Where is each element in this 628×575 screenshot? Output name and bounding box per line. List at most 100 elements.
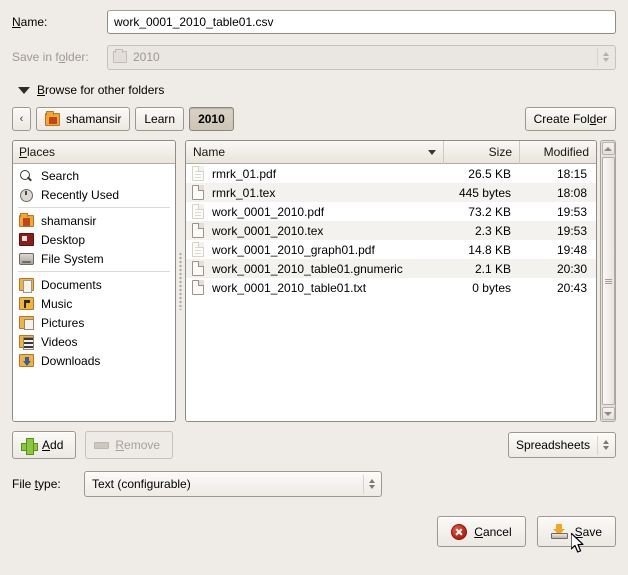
- file-type-label: File type:: [12, 477, 61, 491]
- browse-for-other-folders-expander[interactable]: Browse for other folders: [12, 80, 616, 97]
- file-type-value: Text (configurable): [92, 477, 191, 491]
- clock-icon: [19, 188, 34, 202]
- sidebar-item-desktop[interactable]: Desktop: [13, 230, 175, 249]
- column-header-label: Name: [193, 145, 226, 159]
- places-pane: Places Search Recently Used shamansir De…: [12, 140, 176, 422]
- file-size: 14.8 KB: [468, 242, 511, 257]
- column-header-label: Size: [488, 145, 512, 159]
- triangle-down-icon: [18, 86, 30, 94]
- places-divider: [18, 207, 170, 208]
- arrow-down-icon: [604, 411, 612, 416]
- top-fields: Name: Save in folder: 2010 Browse for ot…: [0, 0, 628, 97]
- chevron-down-icon: [428, 149, 436, 155]
- sidebar-item-videos[interactable]: Videos: [13, 332, 175, 351]
- breadcrumb-label: 2010: [198, 112, 225, 126]
- remove-button: Remove: [85, 431, 174, 459]
- search-icon: [19, 169, 34, 183]
- sidebar-item-recently-used[interactable]: Recently Used: [13, 185, 175, 204]
- sidebar-item-shamansir[interactable]: shamansir: [13, 211, 175, 230]
- column-header-size[interactable]: Size: [444, 141, 520, 164]
- arrow-up-icon: [604, 146, 612, 151]
- pdf-document-icon: [192, 242, 204, 257]
- table-row[interactable]: work_0001_2010_table01.txt 0 bytes 20:43: [186, 278, 596, 297]
- combo-arrows-icon: [597, 47, 613, 67]
- places-header-label: Places: [19, 145, 56, 159]
- pictures-folder-icon: [19, 316, 34, 330]
- save-label: Save: [574, 524, 602, 539]
- file-size: 445 bytes: [458, 185, 511, 200]
- scroll-up-button[interactable]: [601, 142, 615, 155]
- table-row[interactable]: work_0001_2010_graph01.pdf 14.8 KB 19:48: [186, 240, 596, 259]
- scrollbar-thumb[interactable]: [601, 157, 615, 405]
- dialog-actions: Cancel Save: [0, 497, 628, 547]
- save-in-folder-row: Save in folder: 2010: [12, 44, 616, 70]
- create-folder-label: Create Folder: [533, 112, 607, 126]
- places-divider: [18, 271, 170, 272]
- file-name-input[interactable]: [107, 10, 616, 34]
- breadcrumb: ‹ shamansir Learn 2010 Create Folder: [0, 97, 628, 131]
- column-header-label: Modified: [543, 145, 589, 159]
- sidebar-item-search[interactable]: Search: [13, 166, 175, 185]
- file-modified: 18:08: [556, 185, 587, 200]
- places-header: Places: [13, 141, 175, 164]
- text-document-icon: [192, 223, 204, 238]
- file-filter-value: Spreadsheets: [515, 438, 590, 452]
- file-filter-combo[interactable]: Spreadsheets: [507, 432, 616, 458]
- grip-icon: [604, 278, 612, 284]
- file-size: 73.2 KB: [468, 204, 511, 219]
- sidebar-item-pictures[interactable]: Pictures: [13, 313, 175, 332]
- name-row: Name:: [12, 10, 616, 34]
- breadcrumb-item-2010[interactable]: 2010: [189, 107, 234, 131]
- combo-arrows-icon: [363, 474, 379, 494]
- splitter-grip-icon: [179, 252, 182, 310]
- column-header-modified[interactable]: Modified: [520, 141, 596, 164]
- sidebar-item-label: shamansir: [41, 213, 97, 228]
- pane-splitter[interactable]: [176, 140, 185, 422]
- text-document-icon: [192, 185, 204, 200]
- breadcrumb-item-learn[interactable]: Learn: [135, 107, 185, 131]
- sidebar-item-downloads[interactable]: Downloads: [13, 351, 175, 370]
- scroll-down-button[interactable]: [601, 407, 615, 420]
- folder-icon: [113, 49, 127, 63]
- create-folder-button[interactable]: Create Folder: [524, 107, 616, 131]
- save-in-folder-value: 2010: [133, 50, 160, 64]
- sidebar-item-documents[interactable]: Documents: [13, 275, 175, 294]
- sidebar-item-file-system[interactable]: File System: [13, 249, 175, 268]
- desktop-icon: [19, 233, 34, 246]
- file-name: work_0001_2010.tex: [212, 223, 324, 238]
- hard-drive-icon: [19, 253, 34, 265]
- table-row[interactable]: work_0001_2010_table01.gnumeric 2.1 KB 2…: [186, 259, 596, 278]
- file-list-scrollbar[interactable]: [600, 140, 616, 422]
- save-in-folder-label: Save in folder:: [12, 50, 89, 64]
- sidebar-item-label: Recently Used: [41, 187, 120, 202]
- breadcrumb-label: shamansir: [66, 112, 122, 126]
- table-row[interactable]: work_0001_2010.pdf 73.2 KB 19:53: [186, 202, 596, 221]
- table-row[interactable]: rmrk_01.pdf 26.5 KB 18:15: [186, 164, 596, 183]
- sidebar-item-label: Pictures: [41, 315, 85, 330]
- file-modified: 19:48: [556, 242, 587, 257]
- sidebar-item-label: Videos: [41, 334, 78, 349]
- combo-arrows-icon: [597, 435, 613, 455]
- cancel-button[interactable]: Cancel: [437, 516, 526, 547]
- add-label: Add: [42, 438, 64, 452]
- table-row[interactable]: work_0001_2010.tex 2.3 KB 19:53: [186, 221, 596, 240]
- documents-folder-icon: [19, 278, 34, 293]
- file-modified: 18:15: [556, 166, 587, 181]
- table-row[interactable]: rmrk_01.tex 445 bytes 18:08: [186, 183, 596, 202]
- save-in-folder-combo[interactable]: 2010: [107, 44, 616, 70]
- sidebar-item-music[interactable]: Music: [13, 294, 175, 313]
- save-button[interactable]: Save: [536, 516, 616, 547]
- file-type-combo[interactable]: Text (configurable): [84, 471, 382, 497]
- breadcrumb-back-button[interactable]: ‹: [12, 107, 31, 131]
- name-label: Name:: [12, 15, 48, 29]
- add-button[interactable]: Add: [12, 431, 77, 459]
- file-name: rmrk_01.tex: [212, 185, 276, 200]
- sidebar-item-label: Music: [41, 296, 73, 311]
- file-modified: 19:53: [556, 223, 587, 238]
- text-document-icon: [192, 280, 204, 295]
- column-header-name[interactable]: Name: [186, 141, 444, 164]
- sidebar-item-label: Documents: [41, 277, 102, 292]
- breadcrumb-item-shamansir[interactable]: shamansir: [36, 107, 131, 131]
- file-name: work_0001_2010_graph01.pdf: [212, 242, 375, 257]
- home-icon: [45, 110, 60, 126]
